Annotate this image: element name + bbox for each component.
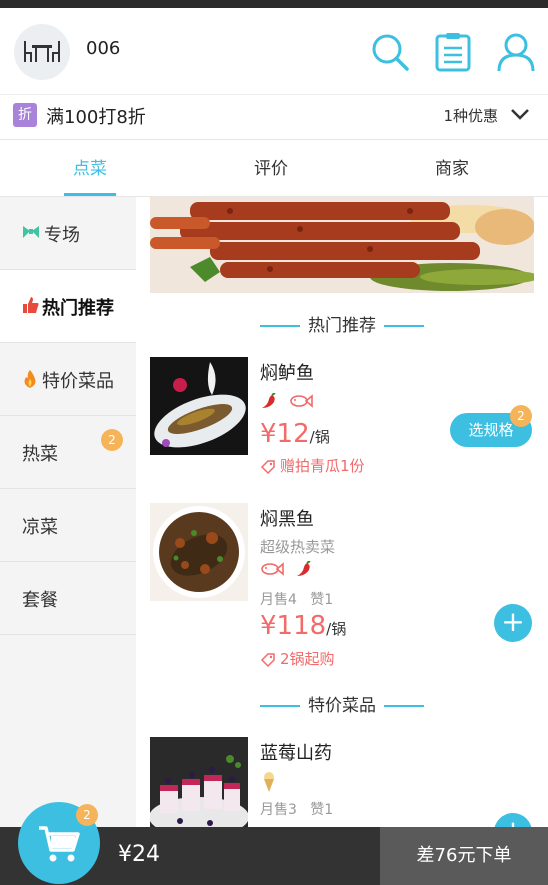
fish-icon [290,394,313,408]
dish-price: ¥12/锅 [260,419,330,449]
dish-image [150,357,248,455]
bow-tie-icon [23,226,39,238]
sidebar-item-label: 热菜 [22,444,58,465]
cart-total: ¥24 [118,842,160,867]
thumbs-up-icon [23,297,39,313]
checkout-button[interactable]: 差76元下单 [380,827,548,885]
dish-name: 焖鲈鱼 [260,363,314,384]
decorative-dash [260,325,300,327]
table-chairs-icon [24,41,60,62]
add-to-cart-button[interactable]: + [494,813,532,827]
promo-text: 满100打8折 [46,107,146,128]
discount-badge: 折 [13,103,37,127]
category-count-badge: 2 [101,429,123,451]
cart-count-badge: 2 [76,804,98,826]
monthly-sales: 月售4 [260,592,297,608]
dish-promo-tag: 赠拍青瓜1份 [260,455,365,476]
tab-merchant[interactable]: 商家 [392,154,512,179]
search-icon[interactable] [370,32,410,72]
promo-bar[interactable]: 折 满100打8折 1种优惠 [0,95,548,140]
sidebar-item-label: 专场 [44,225,80,246]
dish-attributes [260,560,313,581]
sidebar-item-label: 热门推荐 [42,298,114,319]
add-to-cart-button[interactable]: + [494,604,532,642]
dish-attributes [262,771,276,797]
section-title-hot: 热门推荐 [136,311,548,336]
order-list-icon[interactable] [433,32,473,72]
monthly-sales: 月售3 [260,802,297,818]
user-icon[interactable] [496,32,536,72]
tab-bar: 点菜 评价 商家 [0,140,548,197]
header: 006 [0,8,548,95]
spec-count-badge: 2 [510,405,532,427]
dish-promo-tag: 2锅起购 [260,648,335,669]
dish-attributes [260,392,313,413]
sidebar-item-label: 套餐 [22,590,58,611]
decorative-dash [260,705,300,707]
ice-cream-icon [264,772,274,792]
chevron-down-icon[interactable] [510,107,530,121]
sidebar-item-special-session[interactable]: 专场 [0,197,136,270]
section-title-special: 特价菜品 [136,691,548,716]
dish-name: 焖黑鱼 [260,509,314,530]
dish-stats: 月售4 赞1 [260,589,333,609]
dish-price: ¥118/锅 [260,611,347,641]
dish-name: 蓝莓山药 [260,743,332,764]
dish-image [150,737,248,827]
tab-indicator [64,193,116,196]
table-number: 006 [86,38,121,59]
sidebar-item-hot-recommend[interactable]: 热门推荐 [0,270,136,343]
menu-list: 热门推荐 焖鲈鱼 ¥12/锅 赠拍青瓜1份 选规格 2 焖黑鱼 超级热卖菜 月售… [136,197,548,827]
likes-count: 赞1 [310,802,334,818]
tab-reviews[interactable]: 评价 [211,154,331,179]
sidebar-item-hot-dishes[interactable]: 热菜 2 [0,416,136,489]
decorative-dash [384,325,424,327]
dish-stats: 月售3 赞1 [260,799,333,819]
banner-image [150,197,534,297]
sidebar-item-set-meals[interactable]: 套餐 [0,562,136,635]
status-bar [0,0,548,8]
shopping-cart-icon [39,826,80,862]
sidebar-item-cold-dishes[interactable]: 凉菜 [0,489,136,562]
sidebar-item-label: 特价菜品 [42,371,114,392]
restaurant-logo [14,24,70,80]
sidebar-item-label: 凉菜 [22,517,58,538]
chili-icon [297,560,311,576]
fish-icon [261,562,284,576]
category-sidebar: 专场 热门推荐 特价菜品 热菜 2 凉菜 套餐 [0,197,136,827]
tag-icon [260,459,275,474]
chili-icon [262,392,276,408]
decorative-dash [384,705,424,707]
dish-subtitle: 超级热卖菜 [260,538,336,556]
dish-image [150,503,248,601]
likes-count: 赞1 [310,592,334,608]
promo-count: 1种优惠 [443,107,498,125]
sidebar-item-special-price[interactable]: 特价菜品 [0,343,136,416]
fire-icon [24,370,36,388]
tag-icon [260,652,275,667]
tab-order[interactable]: 点菜 [30,154,150,179]
